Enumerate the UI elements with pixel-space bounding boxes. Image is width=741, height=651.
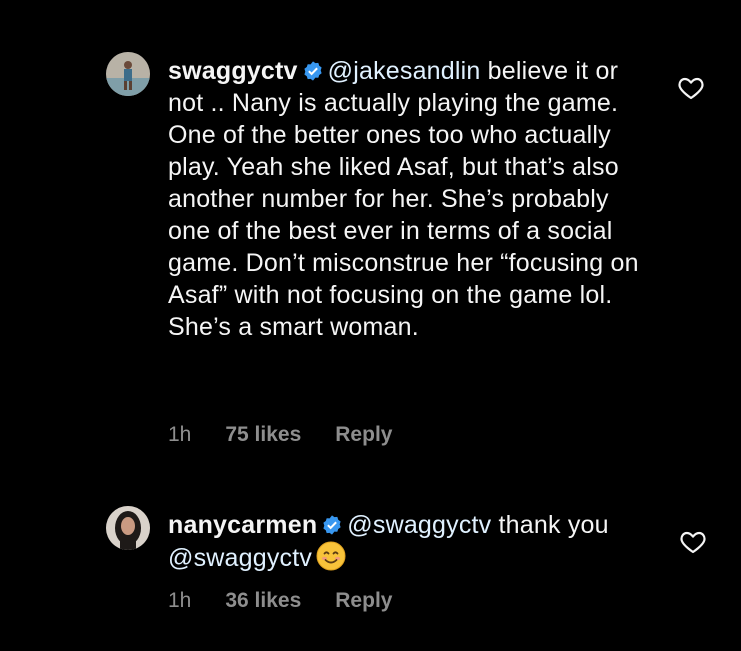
comment-body: thank you — [491, 511, 609, 539]
smiling-face-emoji-icon — [316, 541, 346, 571]
timestamp: 1h — [168, 423, 192, 446]
verified-badge-icon — [321, 514, 343, 536]
timestamp: 1h — [168, 589, 192, 612]
mention-link[interactable]: @swaggyctv — [347, 511, 491, 539]
username[interactable]: swaggyctv — [168, 57, 298, 85]
avatar-nanycarmen[interactable] — [106, 506, 150, 550]
like-heart-icon[interactable] — [680, 530, 706, 554]
username[interactable]: nanycarmen — [168, 511, 317, 539]
avatar-photo-icon — [106, 52, 150, 96]
comment-meta: 1h 36 likes Reply — [168, 589, 392, 613]
likes-count[interactable]: 75 likes — [225, 423, 301, 447]
reply-button[interactable]: Reply — [335, 589, 392, 613]
avatar-swaggyctv[interactable] — [106, 52, 150, 96]
comment-text: swaggyctv @jakesandlin believe it or not … — [168, 55, 658, 343]
avatar-photo-icon — [106, 506, 150, 550]
reply-button[interactable]: Reply — [335, 423, 392, 447]
comment-meta: 1h 75 likes Reply — [168, 423, 392, 447]
verified-badge-icon — [302, 60, 324, 82]
comment-body: believe it or not .. Nany is actually pl… — [168, 57, 639, 341]
mention-link[interactable]: @swaggyctv — [168, 544, 312, 572]
mention-link[interactable]: @jakesandlin — [328, 57, 481, 85]
likes-count[interactable]: 36 likes — [225, 589, 301, 613]
like-heart-icon[interactable] — [678, 76, 704, 100]
comment-text: nanycarmen @swaggyctv thank you @swaggyct… — [168, 509, 658, 574]
